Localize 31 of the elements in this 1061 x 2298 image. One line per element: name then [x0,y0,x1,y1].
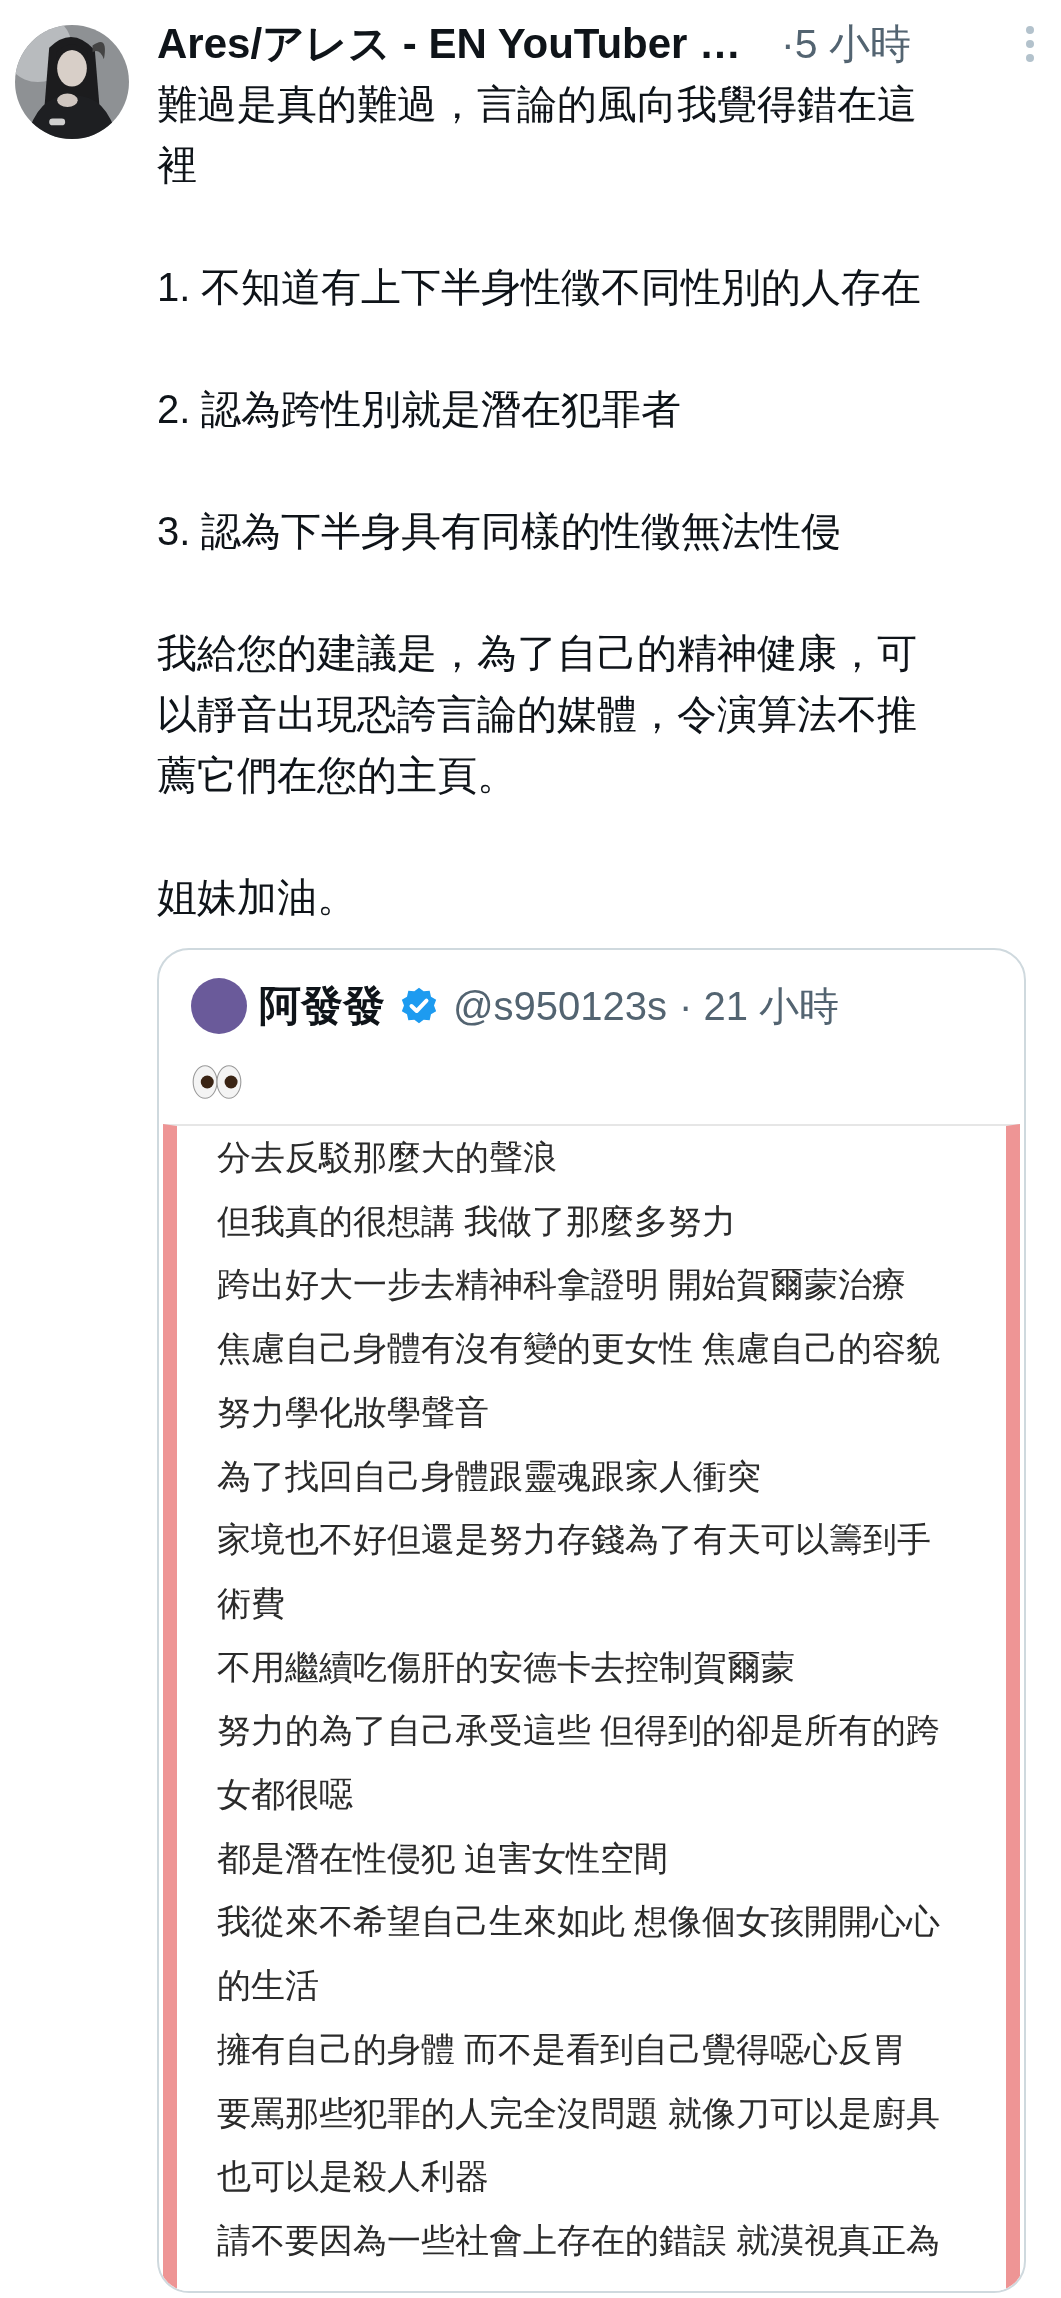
screenshot-text-line: 術費 [217,1582,286,1624]
screenshot-text-line: 也可以是殺人利器 [217,2156,490,2198]
screenshot-text-line: 請不要因為一些社會上存在的錯誤 就漠視真正為 [217,2219,942,2261]
screenshot-text-line: 努力的為了自己承受這些 但得到的卻是所有的跨 [217,1710,942,1752]
post-text: 難過是真的難過，言論的風向我覺得錯在這裡 [157,81,918,189]
post-text: 姐妹加油。 [157,874,358,921]
post-text: 2. 認為跨性別就是潛在犯罪者 [157,386,683,433]
screenshot-text-line: 為了找回自己身體跟靈魂跟家人衝突 [217,1455,762,1497]
author-name[interactable]: 阿發發 [259,978,385,1034]
eyes-icon [191,1064,243,1100]
avatar-icon [191,978,247,1034]
user-handle[interactable]: @s950123s [453,983,668,1029]
screenshot-text-line: 跨出好大一步去精神科拿證明 開始賀爾蒙治療 [217,1264,908,1306]
screenshot-text-line: 的生活 [217,1965,320,2007]
screenshot-text-line: 要罵那些犯罪的人完全沒問題 就像刀可以是廚具 [217,2092,942,2134]
screenshot-text-line: 都是潛在性侵犯 迫害女性空間 [217,1837,670,1879]
post-time[interactable]: ·5 小時 [781,16,911,72]
post-time[interactable]: · 21 小時 [679,978,840,1034]
screenshot-text-line: 擁有自己的身體 而不是看到自己覺得噁心反胃 [217,2028,908,2070]
post-text: 我給您的建議是，為了自己的精神健康，可以靜音出現恐誇言論的媒體，令演算法不推薦它們在您的主頁。 [157,630,918,799]
screenshot-text-line: 不用繼續吃傷肝的安德卡去控制賀爾蒙 [217,1646,796,1688]
screenshot-text-line: 努力學化妝學聲音 [217,1391,490,1433]
screenshot-text-line: 但我真的很想講 我做了那麼多努力 [217,1200,738,1242]
post-text: 3. 認為下半身具有同樣的性徵無法性侵 [157,508,843,555]
author-name[interactable]: Ares/アレス - EN YouTuber … [157,16,742,72]
screenshot-text-line: 分去反駁那麼大的聲浪 [217,1137,558,1178]
screenshot-text-line: 我從來不希望自己生來如此 想像個女孩開開心心 [217,1901,942,1943]
post-text: 1. 不知道有上下半身性徵不同性別的人存在 [157,264,923,311]
screenshot-text-line: 女都很噁 [217,1774,354,1816]
screenshot-text-line: 家境也不好但還是努力存錢為了有天可以籌到手 [217,1519,932,1561]
screenshot-text-line: 焦慮自己身體有沒有變的更女性 焦慮自己的容貌 [217,1328,942,1370]
